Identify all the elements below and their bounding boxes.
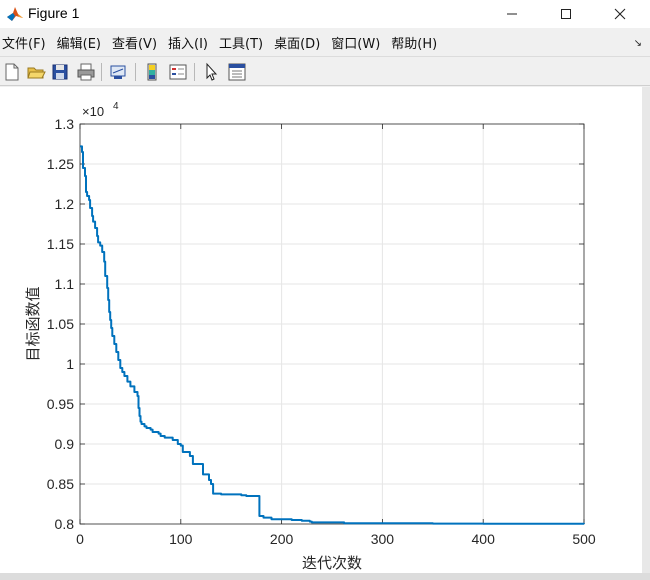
line-plot[interactable]: 0 100 200 300 400 500 0.8 0.85 0.9 0.95 1 1.05 1.1 1.… — [0, 87, 642, 573]
toolbar-separator — [135, 63, 136, 81]
property-inspector-icon[interactable] — [227, 62, 247, 82]
x-tick-label: 100 — [169, 531, 193, 547]
link-plot-icon[interactable] — [108, 62, 128, 82]
y-tick-label: 1.1 — [55, 276, 75, 292]
figure-toolbar — [0, 56, 650, 86]
new-figure-icon[interactable] — [2, 62, 22, 82]
title-bar[interactable]: Figure 1 — [0, 0, 650, 28]
close-icon — [614, 8, 626, 20]
menu-help[interactable]: 帮助(H) — [389, 33, 442, 52]
x-tick-label: 200 — [270, 531, 294, 547]
y-tick-label: 0.95 — [47, 396, 74, 412]
y-tick-label: 0.85 — [47, 476, 74, 492]
open-file-icon[interactable] — [26, 62, 46, 82]
figure-canvas: 0 100 200 300 400 500 0.8 0.85 0.9 0.95 1 1.05 1.1 1.… — [0, 87, 642, 573]
dock-figure-icon[interactable]: ↘ — [634, 38, 642, 49]
matlab-logo-icon — [7, 7, 23, 21]
toolbar-separator — [194, 63, 195, 81]
y-axis-label: 目标函数值 — [25, 286, 42, 361]
toolbar-separator — [101, 63, 102, 81]
y-tick-label: 1.15 — [47, 236, 74, 252]
y-tick-label: 1.2 — [55, 196, 75, 212]
y-exponent-label: ×10 — [82, 104, 104, 119]
x-tick-label: 400 — [472, 531, 496, 547]
close-button[interactable] — [594, 0, 646, 28]
menu-bar: 文件(F) 编辑(E) 查看(V) 插入(I) 工具(T) 桌面(D) 窗口(W… — [0, 30, 650, 54]
maximize-icon — [561, 9, 571, 19]
y-tick-label: 1 — [66, 356, 74, 372]
maximize-button[interactable] — [540, 0, 592, 28]
menu-file[interactable]: 文件(F) — [0, 33, 51, 52]
y-exponent-power: 4 — [113, 101, 119, 112]
y-tick-label: 0.9 — [55, 436, 75, 452]
menu-desktop[interactable]: 桌面(D) — [272, 33, 325, 52]
menu-window[interactable]: 窗口(W) — [329, 33, 385, 52]
y-tick-label: 1.3 — [55, 116, 75, 132]
menu-tools[interactable]: 工具(T) — [217, 33, 268, 52]
window-title: Figure 1 — [28, 5, 80, 21]
x-tick-label: 500 — [572, 531, 596, 547]
window-edge — [642, 87, 650, 573]
select-pointer-icon[interactable] — [201, 62, 221, 82]
menu-insert[interactable]: 插入(I) — [166, 33, 213, 52]
save-icon[interactable] — [50, 62, 70, 82]
menu-edit[interactable]: 编辑(E) — [55, 33, 106, 52]
y-tick-label: 1.05 — [47, 316, 74, 332]
y-tick-label: 1.25 — [47, 156, 74, 172]
minimize-icon — [507, 13, 517, 15]
x-tick-label: 0 — [76, 531, 84, 547]
y-tick-label: 0.8 — [55, 516, 75, 532]
menu-view[interactable]: 查看(V) — [110, 33, 162, 52]
print-icon[interactable] — [76, 62, 96, 82]
x-axis-label: 迭代次数 — [302, 555, 362, 572]
window-bottom-strip — [0, 573, 650, 580]
figure-window: Figure 1 文件(F) 编辑(E) 查看(V) 插入(I) 工具(T) 桌… — [0, 0, 650, 580]
insert-colorbar-icon[interactable] — [142, 62, 162, 82]
insert-legend-icon[interactable] — [168, 62, 188, 82]
x-tick-label: 300 — [371, 531, 395, 547]
minimize-button[interactable] — [486, 0, 538, 28]
